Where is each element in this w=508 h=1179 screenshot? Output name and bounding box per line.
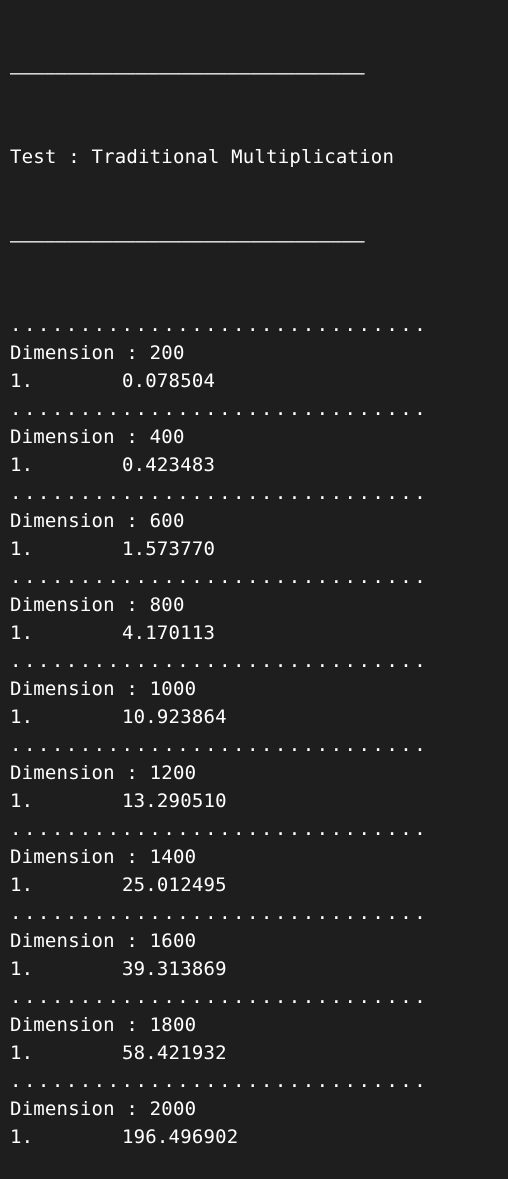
- dotted-separator: ..............................: [10, 650, 429, 672]
- run-index: 1.: [10, 538, 34, 560]
- run-row: 1. 1.573770: [10, 535, 508, 563]
- run-index: 1.: [10, 370, 34, 392]
- run-index: 1.: [10, 790, 34, 812]
- dimension-label: Dimension : 400: [10, 426, 185, 448]
- run-row: 1. 196.496902: [10, 1123, 508, 1151]
- result-block: .............................. Dimension …: [10, 815, 508, 899]
- dimension-label: Dimension : 1400: [10, 846, 197, 868]
- run-row: 1. 10.923864: [10, 703, 508, 731]
- run-time: 0.423483: [122, 454, 216, 476]
- result-block: .............................. Dimension …: [10, 899, 508, 983]
- dotted-separator: ..............................: [10, 482, 429, 504]
- run-index: 1.: [10, 454, 34, 476]
- run-index: 1.: [10, 706, 34, 728]
- result-block: .............................. Dimension …: [10, 647, 508, 731]
- dimension-label: Dimension : 600: [10, 510, 185, 532]
- dotted-separator: ..............................: [10, 734, 429, 756]
- dotted-separator: ..............................: [10, 986, 429, 1008]
- run-row: 1. 25.012495: [10, 871, 508, 899]
- run-time: 25.012495: [122, 874, 227, 896]
- result-block: .............................. Dimension …: [10, 395, 508, 479]
- dotted-separator: ..............................: [10, 1070, 429, 1092]
- run-time: 39.313869: [122, 958, 227, 980]
- dimension-label: Dimension : 1600: [10, 930, 197, 952]
- dimension-label: Dimension : 2000: [10, 1098, 197, 1120]
- run-index: 1.: [10, 1042, 34, 1064]
- terminal-output: ——————————————————————————————— Test : T…: [10, 3, 508, 1179]
- run-row: 1. 13.290510: [10, 787, 508, 815]
- run-time: 10.923864: [122, 706, 227, 728]
- run-time: 0.078504: [122, 370, 216, 392]
- run-row: 1. 39.313869: [10, 955, 508, 983]
- run-time: 4.170113: [122, 622, 216, 644]
- run-row: 1. 0.078504: [10, 367, 508, 395]
- result-block: .............................. Dimension …: [10, 563, 508, 647]
- run-row: 1. 4.170113: [10, 619, 508, 647]
- run-time: 58.421932: [122, 1042, 227, 1064]
- dotted-separator: ..............................: [10, 818, 429, 840]
- dimension-label: Dimension : 200: [10, 342, 185, 364]
- result-block: .............................. Dimension …: [10, 983, 508, 1067]
- results-list: .............................. Dimension …: [10, 311, 508, 1151]
- result-block: .............................. Dimension …: [10, 311, 508, 395]
- run-time: 1.573770: [122, 538, 216, 560]
- header-rule-bottom: ———————————————————————————————: [10, 230, 365, 252]
- header-rule-top: ———————————————————————————————: [10, 62, 365, 84]
- dimension-label: Dimension : 1200: [10, 762, 197, 784]
- run-index: 1.: [10, 622, 34, 644]
- dotted-separator: ..............................: [10, 314, 429, 336]
- run-index: 1.: [10, 874, 34, 896]
- run-row: 1. 0.423483: [10, 451, 508, 479]
- dotted-separator: ..............................: [10, 566, 429, 588]
- result-block: .............................. Dimension …: [10, 479, 508, 563]
- result-block: .............................. Dimension …: [10, 1067, 508, 1151]
- test-title: Test : Traditional Multiplication: [10, 146, 395, 168]
- run-row: 1. 58.421932: [10, 1039, 508, 1067]
- run-index: 1.: [10, 958, 34, 980]
- dimension-label: Dimension : 1800: [10, 1014, 197, 1036]
- result-block: .............................. Dimension …: [10, 731, 508, 815]
- run-time: 196.496902: [122, 1126, 239, 1148]
- run-index: 1.: [10, 1126, 34, 1148]
- run-time: 13.290510: [122, 790, 227, 812]
- dotted-separator: ..............................: [10, 398, 429, 420]
- dimension-label: Dimension : 800: [10, 594, 185, 616]
- dimension-label: Dimension : 1000: [10, 678, 197, 700]
- dotted-separator: ..............................: [10, 902, 429, 924]
